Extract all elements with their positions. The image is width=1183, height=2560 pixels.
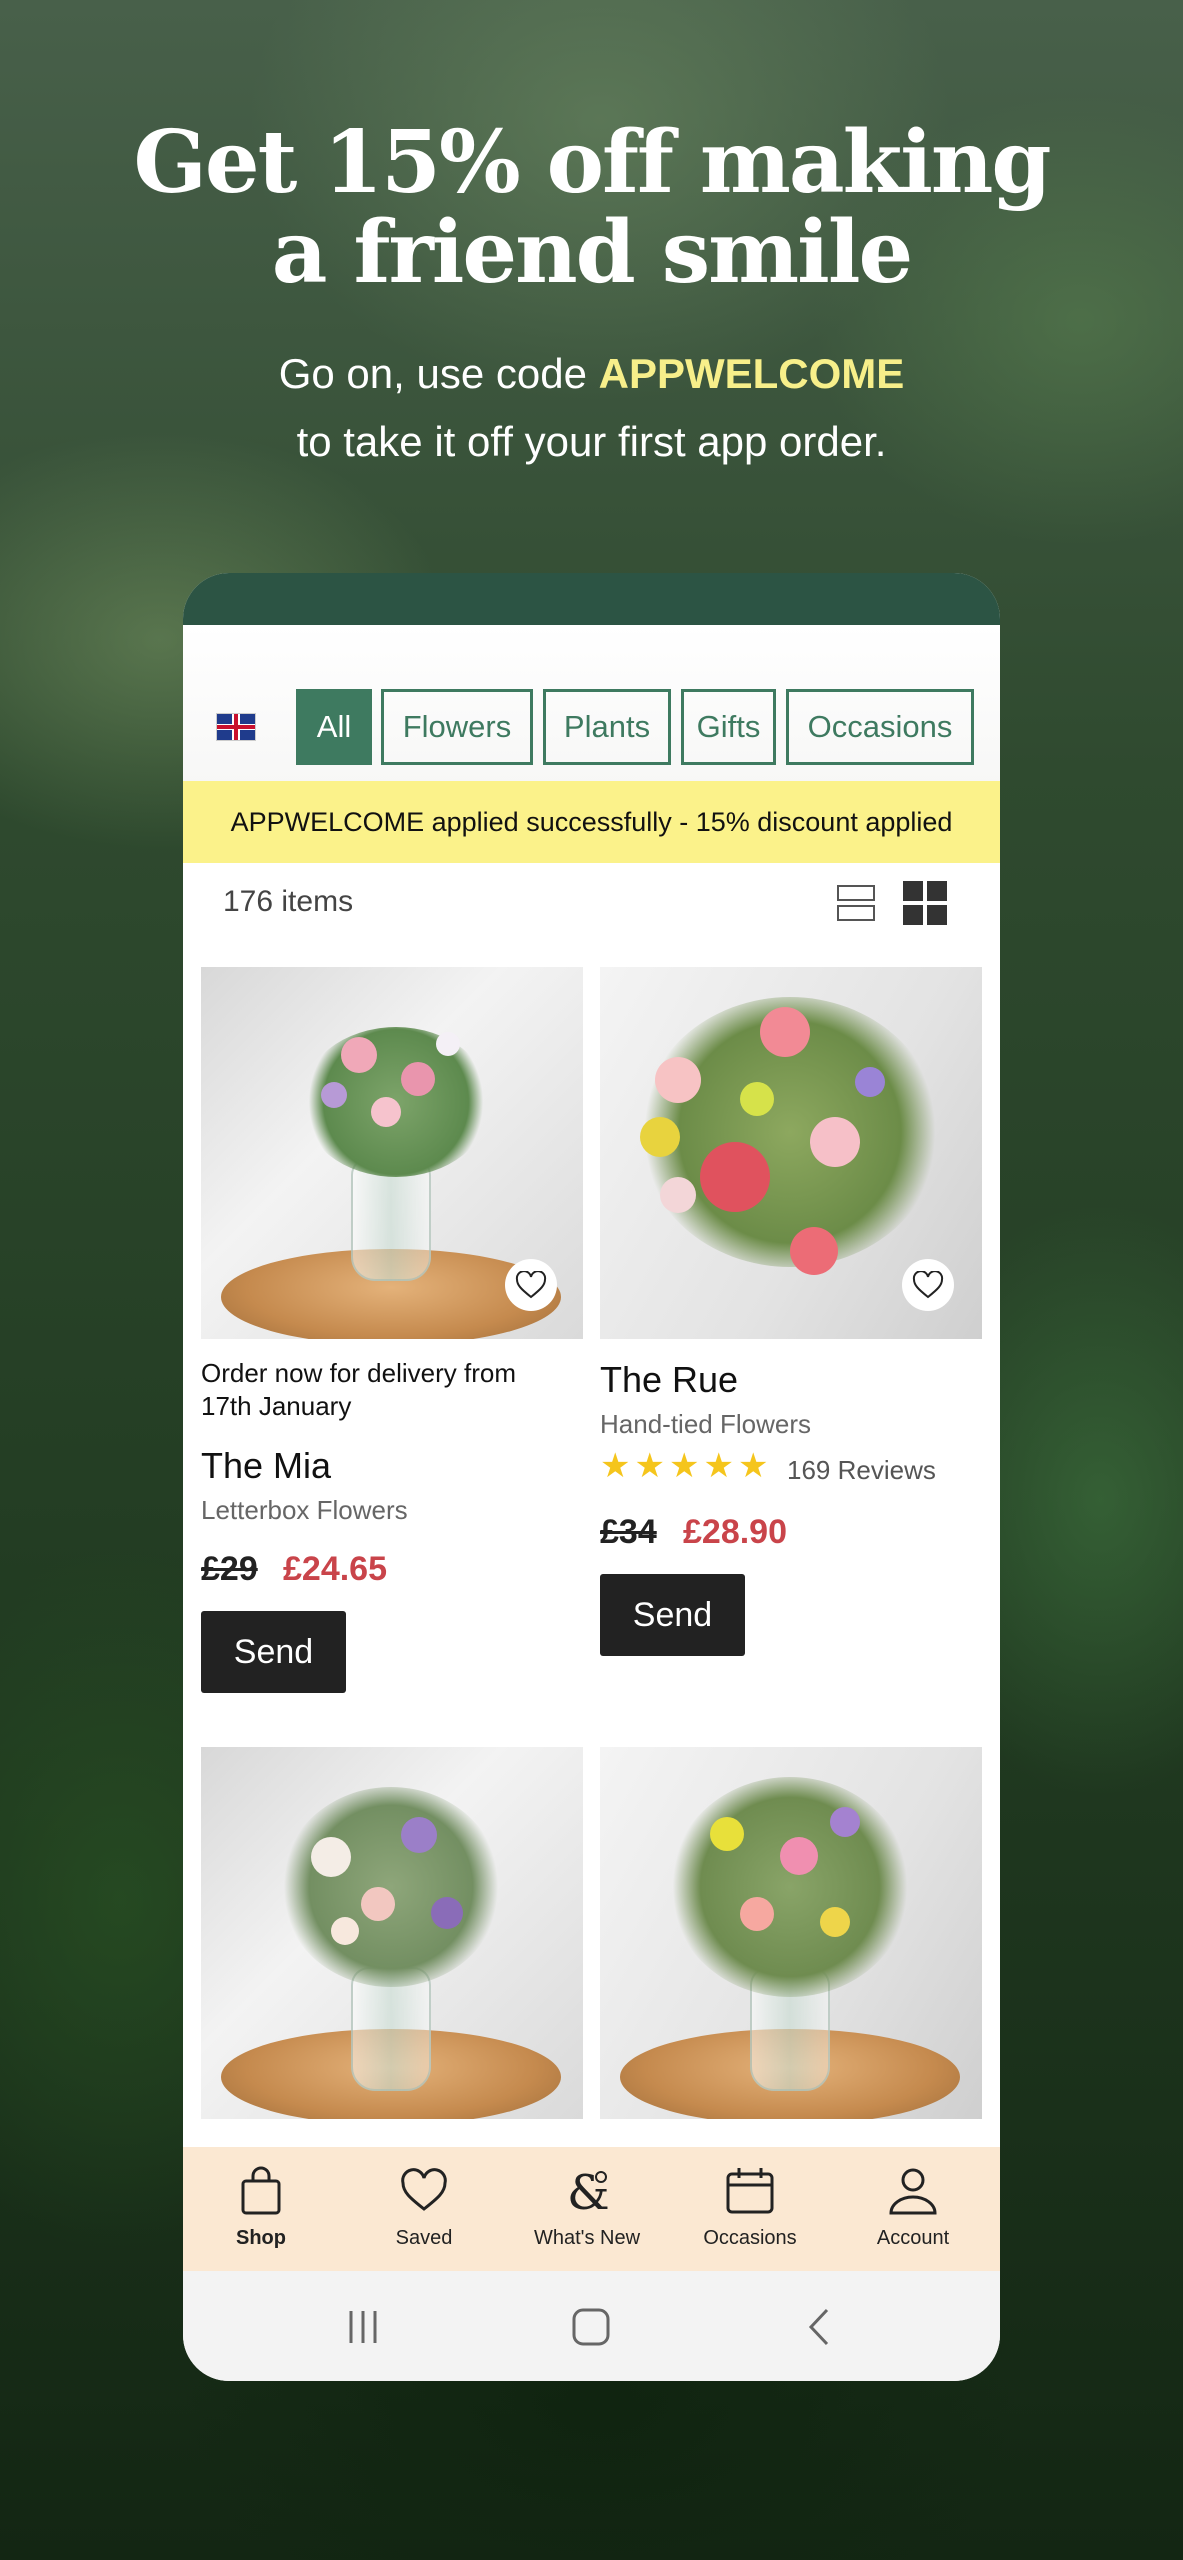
home-icon[interactable] (571, 2307, 611, 2347)
item-count: 176 items (223, 885, 354, 918)
promo-headline-line2: a friend smile (271, 202, 913, 303)
category-filter-bar: All Flowers Plants Gifts Occasions (183, 625, 1000, 785)
tab-label: Account (876, 2227, 950, 2249)
heart-icon (396, 2163, 452, 2219)
product-image-the-rue[interactable] (600, 967, 982, 1339)
recent-apps-icon[interactable] (343, 2309, 383, 2345)
shopping-bag-icon (233, 2163, 289, 2219)
ampersand-flower-icon: & (559, 2163, 615, 2221)
save-heart-icon[interactable] (902, 1259, 954, 1311)
tab-label: Occasions (703, 2227, 797, 2249)
grid-view-icon[interactable] (903, 881, 947, 925)
discount-applied-banner: APPWELCOME applied successfully - 15% di… (183, 781, 1000, 863)
sale-price: £24.65 (283, 1550, 387, 1588)
product-name[interactable]: The Mia (201, 1445, 331, 1487)
chip-all[interactable]: All (296, 689, 372, 765)
product-image[interactable] (201, 1747, 583, 2119)
star-icon: ★ (600, 1447, 631, 1485)
review-count[interactable]: 169 Reviews (787, 1455, 936, 1486)
tab-shop[interactable]: Shop (186, 2147, 336, 2271)
uk-flag-icon[interactable] (216, 713, 256, 741)
original-price: £34 (600, 1513, 657, 1551)
product-type: Letterbox Flowers (201, 1495, 408, 1525)
tab-label: What's New (533, 2227, 641, 2249)
bottom-tab-bar: Shop Saved & What's New Occasions Accoun… (183, 2147, 1000, 2271)
star-icon: ★ (703, 1447, 734, 1485)
tab-occasions[interactable]: Occasions (675, 2147, 825, 2271)
tab-label: Shop (236, 2227, 286, 2249)
product-type: Hand-tied Flowers (600, 1409, 811, 1439)
tab-label: Saved (395, 2227, 453, 2249)
system-navigation-bar (183, 2271, 1000, 2381)
star-icon: ★ (668, 1447, 700, 1485)
tab-whats-new[interactable]: & What's New (512, 2147, 662, 2271)
tab-saved[interactable]: Saved (349, 2147, 499, 2271)
product-image[interactable] (600, 1747, 982, 2119)
sale-price: £28.90 (683, 1513, 787, 1551)
promo-code: APPWELCOME (598, 350, 905, 397)
promo-subtitle-prefix: Go on, use code (278, 350, 599, 397)
tab-account[interactable]: Account (838, 2147, 988, 2271)
chip-gifts[interactable]: Gifts (681, 689, 776, 765)
phone-screen: All Flowers Plants Gifts Occasions APPWE… (183, 573, 1000, 2381)
promo-subtitle-line2: to take it off your first app order. (296, 418, 887, 465)
star-icon: ★ (737, 1447, 769, 1485)
status-bar (183, 573, 1000, 625)
product-image-the-mia[interactable] (201, 967, 583, 1339)
delivery-note: Order now for delivery from 17th January (201, 1358, 516, 1421)
original-price: £29 (201, 1550, 258, 1588)
list-view-icon[interactable] (837, 883, 877, 923)
promo-headline-line1: Get 15% off making (133, 112, 1051, 213)
calendar-icon (722, 2163, 778, 2219)
promo-headline: Get 15% off making a friend smile (0, 118, 1183, 298)
send-button[interactable]: Send (201, 1611, 346, 1693)
star-icon: ★ (634, 1447, 665, 1485)
send-button[interactable]: Send (600, 1574, 745, 1656)
star-rating: ★ ★ ★ ★ ★ (600, 1449, 768, 1483)
promo-subtitle: Go on, use code APPWELCOME to take it of… (0, 340, 1183, 476)
back-icon[interactable] (803, 2307, 833, 2347)
chip-occasions[interactable]: Occasions (786, 689, 974, 765)
chip-flowers[interactable]: Flowers (381, 689, 533, 765)
product-name[interactable]: The Rue (600, 1359, 738, 1401)
chip-plants[interactable]: Plants (543, 689, 671, 765)
user-icon (885, 2163, 941, 2219)
save-heart-icon[interactable] (505, 1259, 557, 1311)
